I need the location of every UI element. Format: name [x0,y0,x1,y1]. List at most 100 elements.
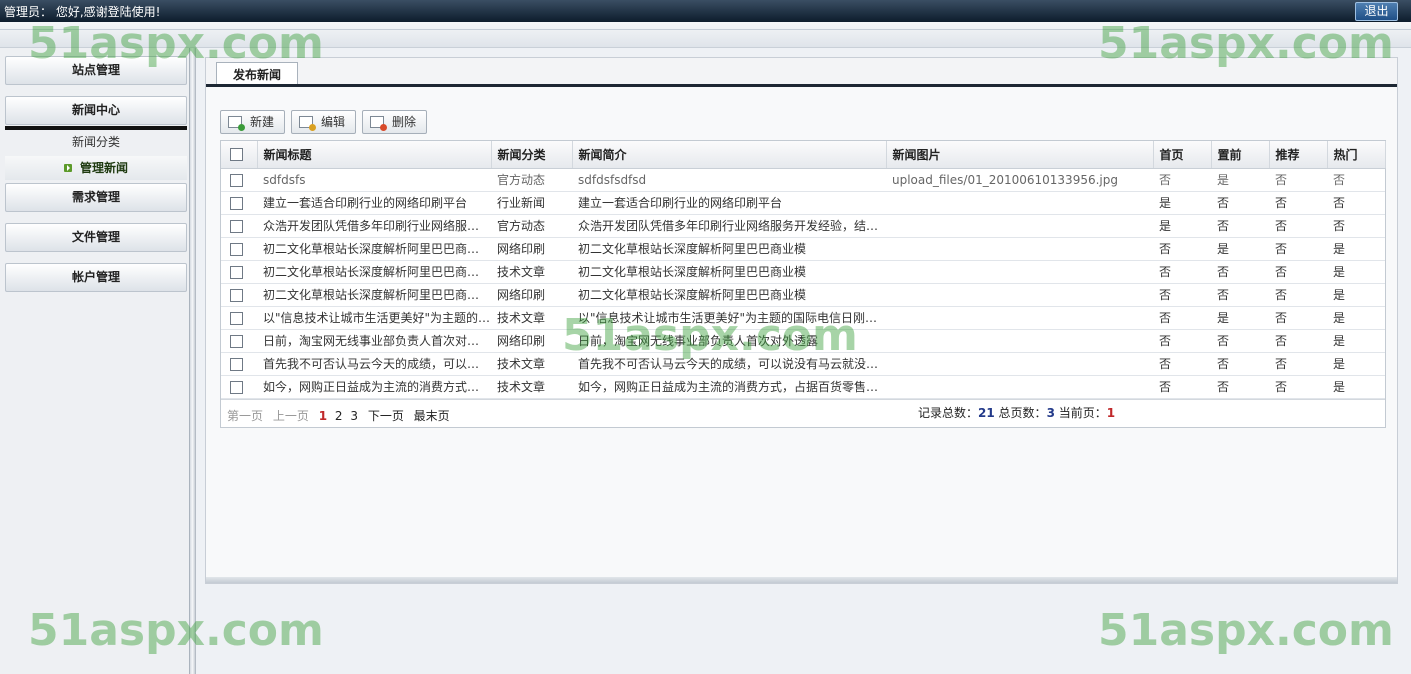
cell-recommended: 否 [1269,283,1327,307]
table-header-row: 新闻标题 新闻分类 新闻简介 新闻图片 首页 置前 推荐 热门 [221,141,1386,169]
row-checkbox[interactable] [230,265,243,279]
cell-title[interactable]: 日前，淘宝网无线事业部负责人首次对… [257,329,491,353]
cell-category: 网络印刷 [491,237,572,261]
cell-category: 技术文章 [491,375,572,399]
cell-image [886,283,1153,307]
row-checkbox[interactable] [230,357,243,371]
menu-file-management[interactable]: 文件管理 [5,223,187,252]
panel-bottom-edge [206,577,1397,583]
table-row[interactable]: 初二文化草根站长深度解析阿里巴巴商… 网络印刷 初二文化草根站长深度解析阿里巴巴商业… [221,237,1385,261]
cell-image [886,237,1153,261]
row-select-cell [221,237,257,261]
sidebar-item-manage-news[interactable]: 管理新闻 [5,156,187,180]
table-row[interactable]: 日前，淘宝网无线事业部负责人首次对… 网络印刷 日前，淘宝网无线事业部负责人首次对外… [221,329,1385,353]
table-row[interactable]: 如今，网购正日益成为主流的消费方式… 技术文章 如今，网购正日益成为主流的消费方式，… [221,375,1385,399]
page-3-link[interactable]: 3 [350,409,358,423]
page-1-link: 1 [318,409,328,423]
cell-title[interactable]: 初二文化草根站长深度解析阿里巴巴商… [257,260,491,284]
row-select-cell [221,306,257,330]
cell-summary: 如今，网购正日益成为主流的消费方式，占据百货零售… [572,375,886,399]
row-select-cell [221,168,257,192]
logout-button[interactable]: 退出 [1355,2,1398,21]
table-row[interactable]: sdfdsfs 官方动态 sdfdsfsdfsd upload_files/01_20… [221,168,1385,192]
col-header-image[interactable]: 新闻图片 [886,141,1154,169]
sidebar-splitter[interactable] [190,48,196,674]
cell-homepage: 是 [1153,214,1211,238]
cell-pinned: 是 [1211,306,1269,330]
cell-title[interactable]: 众浩开发团队凭借多年印刷行业网络服… [257,214,491,238]
cell-pinned: 否 [1211,283,1269,307]
next-page-link[interactable]: 下一页 [368,409,404,423]
edit-button[interactable]: 编辑 [291,110,356,134]
table-row[interactable]: 建立一套适合印刷行业的网络印刷平台 行业新闻 建立一套适合印刷行业的网络印刷平台是否… [221,191,1385,215]
page-2-link[interactable]: 2 [335,409,343,423]
col-header-category[interactable]: 新闻分类 [491,141,573,169]
cell-category: 官方动态 [491,168,572,192]
row-checkbox[interactable] [230,311,243,325]
menu-site-management[interactable]: 站点管理 [5,56,187,85]
cell-category: 网络印刷 [491,283,572,307]
new-button[interactable]: 新建 [220,110,285,134]
cell-title[interactable]: 初二文化草根站长深度解析阿里巴巴商… [257,237,491,261]
cell-title[interactable]: 初二文化草根站长深度解析阿里巴巴商… [257,283,491,307]
cell-pinned: 是 [1211,168,1269,192]
cell-title[interactable]: 如今，网购正日益成为主流的消费方式… [257,375,491,399]
row-checkbox[interactable] [230,219,243,233]
cell-homepage: 否 [1153,375,1211,399]
sidebar-item-label: 管理新闻 [79,161,128,175]
sidebar-item-news-category[interactable]: 新闻分类 [5,130,187,154]
edit-button-label: 编辑 [321,115,346,129]
cell-title[interactable]: sdfdsfs [257,168,491,192]
cell-hot: 否 [1327,168,1385,192]
select-all-checkbox[interactable] [230,148,243,162]
menu-news-center[interactable]: 新闻中心 [5,96,187,125]
new-button-label: 新建 [250,115,275,129]
cell-homepage: 否 [1153,329,1211,353]
admin-greeting: 管理员： 您好,感谢登陆使用! [4,5,161,19]
table-row[interactable]: 首先我不可否认马云今天的成绩，可以… 技术文章 首先我不可否认马云今天的成绩，可以说… [221,352,1385,376]
col-header-hot[interactable]: 热门 [1327,141,1386,169]
row-select-cell [221,375,257,399]
last-page-link[interactable]: 最末页 [414,409,450,423]
cell-homepage: 否 [1153,283,1211,307]
cell-title[interactable]: 建立一套适合印刷行业的网络印刷平台 [257,191,491,215]
cell-hot: 是 [1327,260,1385,284]
edit-icon [299,116,316,131]
table-row[interactable]: 初二文化草根站长深度解析阿里巴巴商… 网络印刷 初二文化草根站长深度解析阿里巴巴商业… [221,283,1385,307]
cell-recommended: 否 [1269,260,1327,284]
cell-pinned: 否 [1211,260,1269,284]
top-bar: 管理员： 您好,感谢登陆使用! 退出 [0,0,1411,22]
table-row[interactable]: 以"信息技术让城市生活更美好"为主题的… 技术文章 以"信息技术让城市生活更美好"为… [221,306,1385,330]
row-select-cell [221,214,257,238]
arrow-right-icon [63,164,72,172]
row-checkbox[interactable] [230,173,243,187]
pagination-bar: 第一页 上一页 1 2 3 下一页 最末页 记录总数：21 总页数：3 当前页：… [221,399,1385,427]
delete-button[interactable]: 删除 [362,110,427,134]
row-checkbox[interactable] [230,288,243,302]
cell-recommended: 否 [1269,168,1327,192]
cell-title[interactable]: 以"信息技术让城市生活更美好"为主题的… [257,306,491,330]
col-header-recommended[interactable]: 推荐 [1269,141,1328,169]
row-checkbox[interactable] [230,334,243,348]
cell-summary: sdfdsfsdfsd [572,168,886,192]
col-header-summary[interactable]: 新闻简介 [572,141,887,169]
col-header-title[interactable]: 新闻标题 [257,141,492,169]
row-checkbox[interactable] [230,196,243,210]
row-select-cell [221,283,257,307]
col-header-homepage[interactable]: 首页 [1153,141,1212,169]
cell-pinned: 否 [1211,214,1269,238]
pagination-links: 第一页 上一页 1 2 3 下一页 最末页 [227,407,454,424]
table-row[interactable]: 众浩开发团队凭借多年印刷行业网络服… 官方动态 众浩开发团队凭借多年印刷行业网络服务… [221,214,1385,238]
menu-demand-management[interactable]: 需求管理 [5,183,187,212]
menu-account-management[interactable]: 帐户管理 [5,263,187,292]
row-checkbox[interactable] [230,242,243,256]
cell-title[interactable]: 首先我不可否认马云今天的成绩，可以… [257,352,491,376]
table-row[interactable]: 初二文化草根站长深度解析阿里巴巴商… 技术文章 初二文化草根站长深度解析阿里巴巴商业… [221,260,1385,284]
cell-image [886,260,1153,284]
cell-summary: 日前，淘宝网无线事业部负责人首次对外透露 [572,329,886,353]
cell-category: 技术文章 [491,306,572,330]
col-header-pinned[interactable]: 置前 [1211,141,1270,169]
row-checkbox[interactable] [230,380,243,394]
cell-hot: 是 [1327,237,1385,261]
tab-strip: 发布新闻 [206,58,1397,87]
